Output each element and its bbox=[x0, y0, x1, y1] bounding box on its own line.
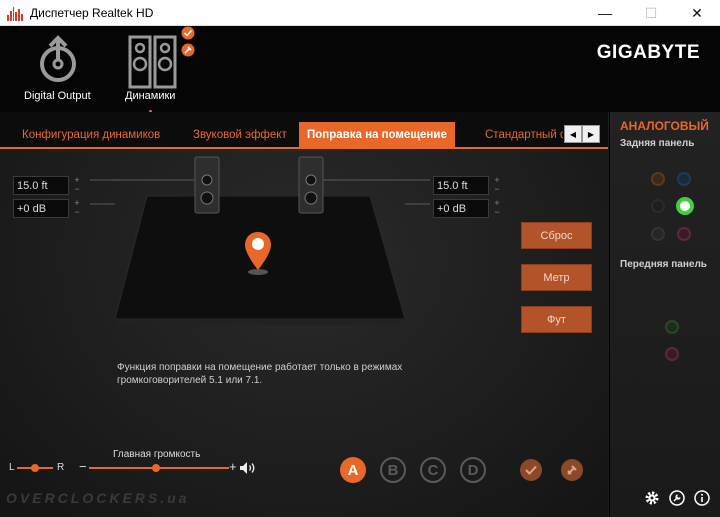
right-distance-field[interactable]: 15.0 ft bbox=[433, 176, 489, 195]
rear-jack-gray[interactable] bbox=[651, 227, 665, 241]
bottom-icons bbox=[644, 490, 710, 506]
rear-panel-label: Задняя панель bbox=[620, 138, 695, 149]
tab-bar: Конфигурация динамиков Звуковой эффект П… bbox=[0, 112, 608, 148]
tab-room-correction[interactable]: Поправка на помещение bbox=[299, 122, 455, 148]
profile-a-button[interactable]: A bbox=[340, 457, 366, 483]
connector-settings-button[interactable] bbox=[561, 459, 583, 481]
close-button[interactable]: ✕ bbox=[674, 0, 720, 26]
listener-position-pin-icon[interactable] bbox=[243, 230, 273, 276]
rear-jack-pink[interactable] bbox=[677, 227, 691, 241]
right-gain-spinner[interactable]: + − bbox=[491, 199, 503, 218]
maximize-button[interactable]: ☐ bbox=[628, 0, 674, 26]
profile-b-button[interactable]: B bbox=[380, 457, 406, 483]
right-speaker-icon bbox=[298, 156, 324, 214]
device-bar: Digital Output Динамики GIGABYTE bbox=[0, 26, 720, 112]
mute-speaker-icon[interactable] bbox=[239, 461, 257, 475]
tab-scroll-left-button[interactable]: ◀ bbox=[564, 125, 582, 143]
analog-panel: АНАЛОГОВЫЙ Задняя панель Передняя панель bbox=[609, 112, 720, 517]
connector-icon bbox=[567, 465, 577, 475]
meter-button[interactable]: Метр bbox=[521, 264, 592, 291]
tab-scroll-right-button[interactable]: ▶ bbox=[582, 125, 600, 143]
rear-jack-green-active[interactable] bbox=[676, 197, 694, 215]
brand-logo: GIGABYTE bbox=[596, 42, 700, 63]
speakers-icon bbox=[128, 35, 177, 89]
device-digital-output[interactable]: Digital Output bbox=[16, 26, 102, 112]
realtek-app-icon bbox=[7, 5, 23, 21]
minimize-button[interactable]: — bbox=[582, 0, 628, 26]
info-icon[interactable] bbox=[694, 490, 710, 506]
front-jack-green[interactable] bbox=[665, 320, 679, 334]
window-title: Диспетчер Realtek HD bbox=[30, 5, 154, 20]
balance-right-label: R bbox=[57, 462, 65, 473]
feet-button[interactable]: Фут bbox=[521, 306, 592, 333]
tab-speaker-config[interactable]: Конфигурация динамиков bbox=[22, 122, 160, 148]
tab-default-format[interactable]: Стандартный ф bbox=[485, 122, 563, 148]
rear-jack-black[interactable] bbox=[651, 199, 665, 213]
master-volume-label: Главная громкость bbox=[113, 449, 201, 460]
volume-plus-icon[interactable]: + bbox=[229, 459, 237, 474]
connector-badge-icon bbox=[181, 43, 195, 57]
right-distance-spinner[interactable]: + − bbox=[491, 176, 503, 195]
tab-scroll: ◀ ▶ bbox=[564, 125, 600, 143]
apply-check-button[interactable] bbox=[520, 459, 542, 481]
profile-c-button[interactable]: C bbox=[420, 457, 446, 483]
profile-d-button[interactable]: D bbox=[460, 457, 486, 483]
left-speaker-icon bbox=[194, 156, 220, 214]
device-label-speakers: Динамики bbox=[125, 90, 176, 102]
balance-left-label: L bbox=[9, 462, 15, 473]
left-gain-spinner[interactable]: + − bbox=[71, 199, 83, 218]
left-distance-field[interactable]: 15.0 ft bbox=[13, 176, 69, 195]
watermark: OVERCLOCKERS.ua bbox=[6, 490, 190, 506]
balance-slider[interactable] bbox=[17, 463, 53, 473]
device-label-digital-output: Digital Output bbox=[24, 90, 91, 102]
digital-output-icon bbox=[40, 35, 76, 82]
master-volume-slider[interactable] bbox=[89, 463, 229, 473]
volume-minus-icon[interactable]: − bbox=[79, 459, 87, 474]
analog-title: АНАЛОГОВЫЙ bbox=[620, 119, 709, 133]
rear-jack-blue[interactable] bbox=[677, 172, 691, 186]
front-jack-pink[interactable] bbox=[665, 347, 679, 361]
reset-button[interactable]: Сброс bbox=[521, 222, 592, 249]
title-bar: Диспетчер Realtek HD — ☐ ✕ bbox=[0, 0, 720, 26]
check-icon bbox=[525, 465, 537, 475]
check-badge-icon bbox=[181, 26, 195, 40]
front-panel-label: Передняя панель bbox=[620, 259, 707, 270]
gear-icon[interactable] bbox=[644, 490, 660, 506]
left-gain-field[interactable]: +0 dB bbox=[13, 199, 69, 218]
wrench-icon[interactable] bbox=[669, 490, 685, 506]
right-gain-field[interactable]: +0 dB bbox=[433, 199, 489, 218]
left-distance-spinner[interactable]: + − bbox=[71, 176, 83, 195]
room-correction-info: Функция поправки на помещение работает т… bbox=[117, 362, 403, 386]
tab-sound-effect[interactable]: Звуковой эффект bbox=[193, 122, 287, 148]
rear-jack-orange[interactable] bbox=[651, 172, 665, 186]
